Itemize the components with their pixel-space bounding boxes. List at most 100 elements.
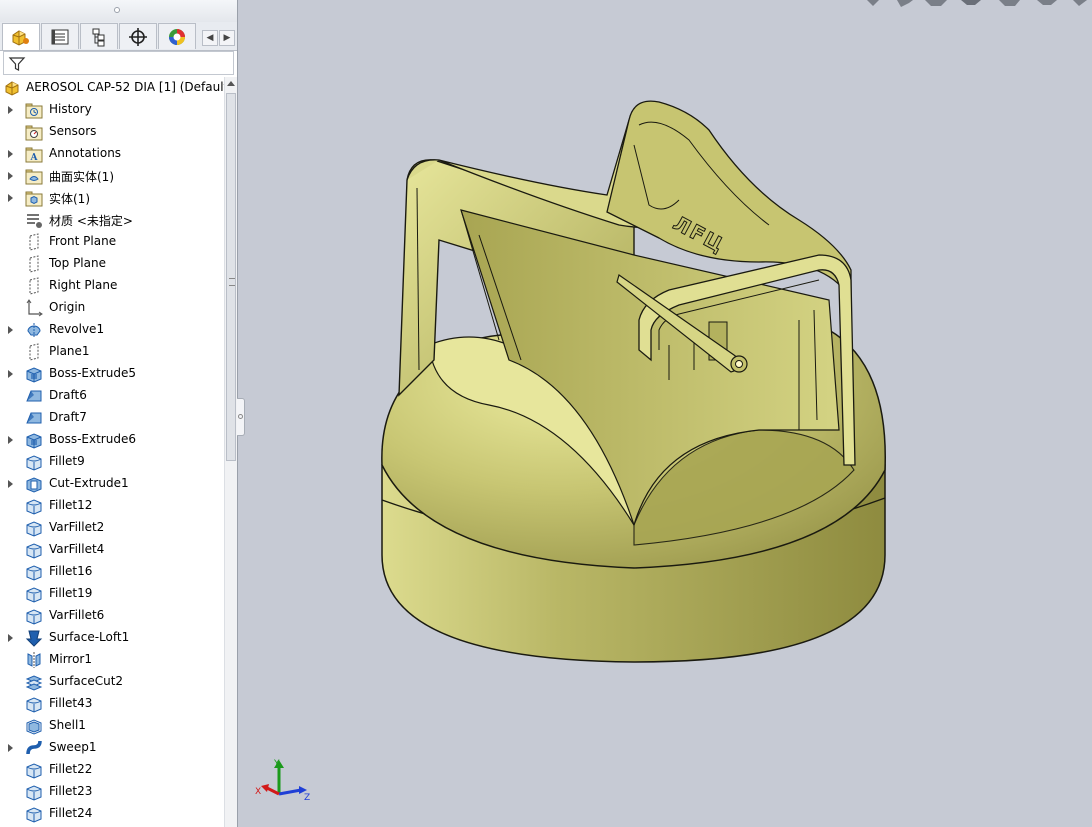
tree-item[interactable]: VarFillet4	[0, 539, 224, 561]
boss-extrude-icon	[26, 433, 42, 449]
expand-arrow-icon[interactable]	[8, 172, 13, 180]
tab-configurationmanager[interactable]	[80, 23, 118, 49]
draft-icon	[26, 390, 42, 402]
expand-arrow-icon[interactable]	[8, 370, 13, 378]
tree-item[interactable]: Fillet24	[0, 803, 224, 825]
tree-item[interactable]: Plane1	[0, 341, 224, 363]
tree-item[interactable]: Shell1	[0, 715, 224, 737]
triad-y-label: Y	[273, 759, 280, 769]
tree-item[interactable]: 材质 <未指定>	[0, 209, 224, 231]
tree-item[interactable]: Fillet16	[0, 561, 224, 583]
plane-icon	[29, 277, 39, 295]
scroll-thumb[interactable]	[226, 93, 236, 461]
tree-item[interactable]: VarFillet6	[0, 605, 224, 627]
tree-item-label: 实体(1)	[49, 192, 90, 206]
tree-item[interactable]: Origin	[0, 297, 224, 319]
tabs-scroll-right-button[interactable]: ▶	[219, 30, 235, 46]
tree-item[interactable]: Fillet9	[0, 451, 224, 473]
tree-item-label: Surface-Loft1	[49, 630, 130, 644]
tree-item-label: Draft6	[49, 388, 87, 402]
tree-item[interactable]: Boss-Extrude6	[0, 429, 224, 451]
tab-propertymanager[interactable]	[41, 23, 79, 49]
expand-arrow-icon[interactable]	[8, 744, 13, 752]
tree-item-label: Fillet12	[49, 498, 93, 512]
feature-tree: AEROSOL CAP-52 DIA [1] (Default History S…	[0, 77, 224, 827]
tree-item-label: Fillet22	[49, 762, 93, 776]
tree-item-label: Right Plane	[49, 278, 118, 292]
tree-item[interactable]: Sweep1	[0, 737, 224, 759]
expand-arrow-icon[interactable]	[8, 480, 13, 488]
view-orientation-triad[interactable]: Y Z X	[255, 756, 315, 808]
tree-filter[interactable]	[3, 51, 234, 75]
tree-item[interactable]: Sensors	[0, 121, 224, 143]
fillet-icon	[26, 521, 42, 537]
plane-icon	[29, 343, 39, 361]
tree-item[interactable]: A Annotations	[0, 143, 224, 165]
fillet-icon	[26, 763, 42, 779]
tree-item-label: VarFillet6	[49, 608, 105, 622]
expand-arrow-icon[interactable]	[8, 150, 13, 158]
filter-icon[interactable]	[8, 55, 26, 73]
tabs-scroll-left-button[interactable]: ◀	[202, 30, 218, 46]
scroll-up-arrow-icon[interactable]	[227, 81, 235, 86]
tree-item[interactable]: 曲面实体(1)	[0, 165, 224, 187]
tree-item-label: Front Plane	[49, 234, 117, 248]
shell-icon	[26, 719, 42, 735]
aerosol-cap-model[interactable]: ЛFЦ	[239, 0, 1092, 827]
tree-item-label: Origin	[49, 300, 86, 314]
tree-item[interactable]: Mirror1	[0, 649, 224, 671]
tree-item[interactable]: Revolve1	[0, 319, 224, 341]
tree-item[interactable]: SurfaceCut2	[0, 671, 224, 693]
tree-item-label: 曲面实体(1)	[49, 170, 114, 184]
tree-item[interactable]: Front Plane	[0, 231, 224, 253]
tree-item[interactable]: Fillet19	[0, 583, 224, 605]
expand-arrow-icon[interactable]	[8, 634, 13, 642]
tree-item-label: Shell1	[49, 718, 86, 732]
expand-arrow-icon[interactable]	[8, 436, 13, 444]
scroll-grip-icon	[229, 278, 235, 286]
tree-item-label: Draft7	[49, 410, 87, 424]
tree-item[interactable]: VarFillet2	[0, 517, 224, 539]
tree-item-label: Fillet9	[49, 454, 85, 468]
tree-item-label: 材质 <未指定>	[49, 214, 133, 228]
tree-item[interactable]: Right Plane	[0, 275, 224, 297]
expand-arrow-icon[interactable]	[8, 106, 13, 114]
tree-item[interactable]: Fillet22	[0, 759, 224, 781]
tree-item[interactable]: Surface-Loft1	[0, 627, 224, 649]
tree-item[interactable]: Fillet43	[0, 693, 224, 715]
tree-item[interactable]: Draft7	[0, 407, 224, 429]
tree-item[interactable]: History	[0, 99, 224, 121]
tree-item[interactable]: 实体(1)	[0, 187, 224, 209]
tree-item[interactable]: Fillet23	[0, 781, 224, 803]
tree-item-label: VarFillet4	[49, 542, 105, 556]
tab-featuremanager[interactable]	[2, 23, 40, 50]
tree-item-label: Fillet19	[49, 586, 93, 600]
draft-icon	[26, 412, 42, 424]
expand-arrow-icon[interactable]	[8, 194, 13, 202]
expand-arrow-icon[interactable]	[8, 326, 13, 334]
tree-item-label: VarFillet2	[49, 520, 105, 534]
tree-root-part[interactable]: AEROSOL CAP-52 DIA [1] (Default	[0, 77, 224, 99]
boss-extrude-icon	[26, 367, 42, 383]
tree-item-label: Boss-Extrude6	[49, 432, 136, 446]
graphics-area[interactable]: ЛFЦ Y Z X	[239, 0, 1092, 827]
configuration-manager-icon	[92, 28, 105, 46]
part-icon	[5, 81, 19, 96]
tree-item[interactable]: Cut-Extrude1	[0, 473, 224, 495]
tree-vertical-scrollbar[interactable]	[224, 77, 237, 827]
fillet-icon	[26, 807, 42, 823]
tree-item-label: Boss-Extrude5	[49, 366, 136, 380]
triad-x-label: X	[255, 787, 261, 797]
fillet-icon	[26, 455, 42, 471]
tree-item[interactable]: Fillet12	[0, 495, 224, 517]
tree-item-label: SurfaceCut2	[49, 674, 124, 688]
panel-collapse-grip[interactable]	[114, 7, 120, 13]
solid-bodies-folder-icon	[25, 191, 43, 207]
tree-item[interactable]: Boss-Extrude5	[0, 363, 224, 385]
panel-grip-bar[interactable]	[0, 0, 237, 22]
tree-item[interactable]: Top Plane	[0, 253, 224, 275]
cut-extrude-icon	[26, 477, 42, 493]
tab-dimxpertmanager[interactable]	[119, 23, 157, 49]
tab-displaymanager[interactable]	[158, 23, 196, 49]
tree-item[interactable]: Draft6	[0, 385, 224, 407]
